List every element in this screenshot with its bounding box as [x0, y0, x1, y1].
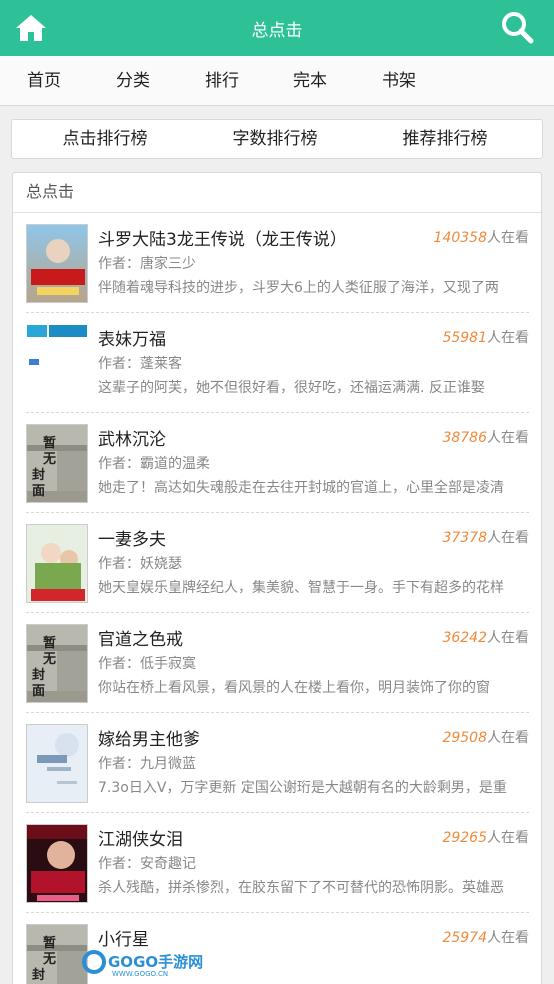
book-item[interactable]: 嫁给男主他爹 29508人在看 作者：九月微蓝 7.3o日入V，万字更新 定国公… [26, 713, 529, 813]
book-item[interactable]: 一妻多夫 37378人在看 作者：妖娆瑟 她天皇娱乐皇牌经纪人，集美貌、智慧于一… [26, 513, 529, 613]
view-count: 29508人在看 [442, 730, 529, 746]
book-author: 作者：安奇趣记 [98, 856, 196, 872]
book-author: 作者：低手寂寞 [98, 656, 196, 672]
book-cover[interactable] [26, 524, 88, 603]
book-title[interactable]: 表妹万福 [98, 325, 166, 350]
view-count: 37378人在看 [442, 530, 529, 546]
book-description: 杀人残酷，拼杀惨烈，在胶东留下了不可替代的恐怖阴影。英雄恶 [98, 880, 504, 896]
book-description: 伴随着魂导科技的进步，斗罗大6上的人类征服了海洋，又现了两 [98, 280, 499, 296]
book-author: 作者：蓬莱客 [98, 356, 182, 372]
view-count: 38786人在看 [442, 430, 529, 446]
svg-text:WWW.GOGO.CN: WWW.GOGO.CN [112, 970, 168, 978]
book-description: 7.3o日入V，万字更新 定国公谢珩是大越朝有名的大龄剩男，是重 [98, 780, 507, 796]
book-item[interactable]: 表妹万福 55981人在看 作者：蓬莱客 这辈子的阿芙，她不但很好看，很好吃，还… [26, 313, 529, 413]
book-description: 她走了！高达如失魂般走在去往开封城的官道上，心里全部是凌清 [98, 480, 504, 496]
view-count: 29265人在看 [442, 830, 529, 846]
svg-text:暂: 暂 [43, 635, 56, 651]
svg-text:无: 无 [42, 452, 56, 467]
page-title: 总点击 [251, 20, 303, 41]
book-cover[interactable] [26, 324, 88, 403]
book-author: 作者：九月微蓝 [98, 756, 196, 772]
book-title[interactable]: 小行星 [98, 925, 149, 950]
book-item[interactable]: 暂 无 封 面 武林沉沦 38786人在看 作者：霸道的温柔 她走了！高达如失魂… [26, 413, 529, 513]
nav-bookshelf[interactable]: 书架 [369, 56, 429, 106]
book-title[interactable]: 武林沉沦 [98, 425, 166, 450]
tab-recommend-ranking[interactable]: 推荐排行榜 [365, 120, 525, 158]
svg-text:封: 封 [32, 467, 45, 483]
book-author: 作者：妖娆瑟 [98, 556, 182, 572]
view-count: 36242人在看 [442, 630, 529, 646]
nav-completed[interactable]: 完本 [280, 56, 340, 106]
view-count: 55981人在看 [442, 330, 529, 346]
search-icon[interactable] [500, 10, 534, 44]
home-icon[interactable] [14, 12, 48, 44]
main-nav: 首页 分类 排行 完本 书架 [0, 56, 554, 106]
book-title[interactable]: 嫁给男主他爹 [98, 725, 200, 750]
book-description: 这辈子的阿芙，她不但很好看，很好吃，还福运满满. 反正谁娶 [98, 380, 485, 396]
top-bar: 总点击 [0, 0, 554, 56]
book-cover[interactable] [26, 224, 88, 303]
book-cover[interactable]: 暂 无 封 面 [26, 624, 88, 703]
svg-text:面: 面 [32, 484, 45, 499]
book-author: 作者：霸道的温柔 [98, 456, 210, 472]
book-cover[interactable]: 暂 无 封 面 [26, 424, 88, 503]
book-title[interactable]: 斗罗大陆3龙王传说（龙王传说） [98, 225, 347, 250]
book-title[interactable]: 官道之色戒 [98, 625, 183, 650]
book-title[interactable]: 江湖侠女泪 [98, 825, 183, 850]
tab-wordcount-ranking[interactable]: 字数排行榜 [195, 120, 355, 158]
book-item[interactable]: 江湖侠女泪 29265人在看 作者：安奇趣记 杀人残酷，拼杀惨烈，在胶东留下了不… [26, 813, 529, 913]
view-count: 140358人在看 [433, 230, 529, 246]
book-description: 你站在桥上看风景，看风景的人在楼上看你，明月装饰了你的窗 [98, 680, 490, 696]
svg-text:无: 无 [42, 652, 56, 667]
svg-text:封: 封 [32, 667, 45, 683]
book-cover[interactable]: 暂 无 封 面 [26, 924, 88, 984]
nav-home[interactable]: 首页 [14, 56, 74, 106]
tab-click-ranking[interactable]: 点击排行榜 [25, 120, 185, 158]
watermark-logo: GOGO手游网 WWW.GOGO.CN [82, 948, 222, 978]
book-title[interactable]: 一妻多夫 [98, 525, 166, 550]
book-item[interactable]: 暂 无 封 面 官道之色戒 36242人在看 作者：低手寂寞 你站在桥上看风景，… [26, 613, 529, 713]
book-item[interactable]: 斗罗大陆3龙王传说（龙王传说） 140358人在看 作者：唐家三少 伴随着魂导科… [26, 213, 529, 313]
book-cover[interactable] [26, 724, 88, 803]
svg-text:面: 面 [32, 684, 45, 699]
book-author: 作者：唐家三少 [98, 256, 196, 272]
svg-text:暂: 暂 [43, 935, 56, 951]
panel-title: 总点击 [13, 173, 541, 213]
nav-category[interactable]: 分类 [103, 56, 163, 106]
book-description: 她天皇娱乐皇牌经纪人，集美貌、智慧于一身。手下有超多的花样 [98, 580, 504, 596]
svg-text:无: 无 [42, 952, 56, 967]
view-count: 25974人在看 [442, 930, 529, 946]
nav-ranking[interactable]: 排行 [192, 56, 252, 106]
svg-text:暂: 暂 [43, 435, 56, 451]
rank-tabs: 点击排行榜 字数排行榜 推荐排行榜 [11, 119, 543, 159]
ranking-panel: 总点击 斗罗大陆3龙王传说（龙王传说） 140358人在看 作者：唐家三少 伴随… [12, 172, 542, 984]
book-cover[interactable] [26, 824, 88, 903]
svg-text:GOGO手游网: GOGO手游网 [108, 953, 203, 971]
svg-text:封: 封 [32, 967, 45, 983]
